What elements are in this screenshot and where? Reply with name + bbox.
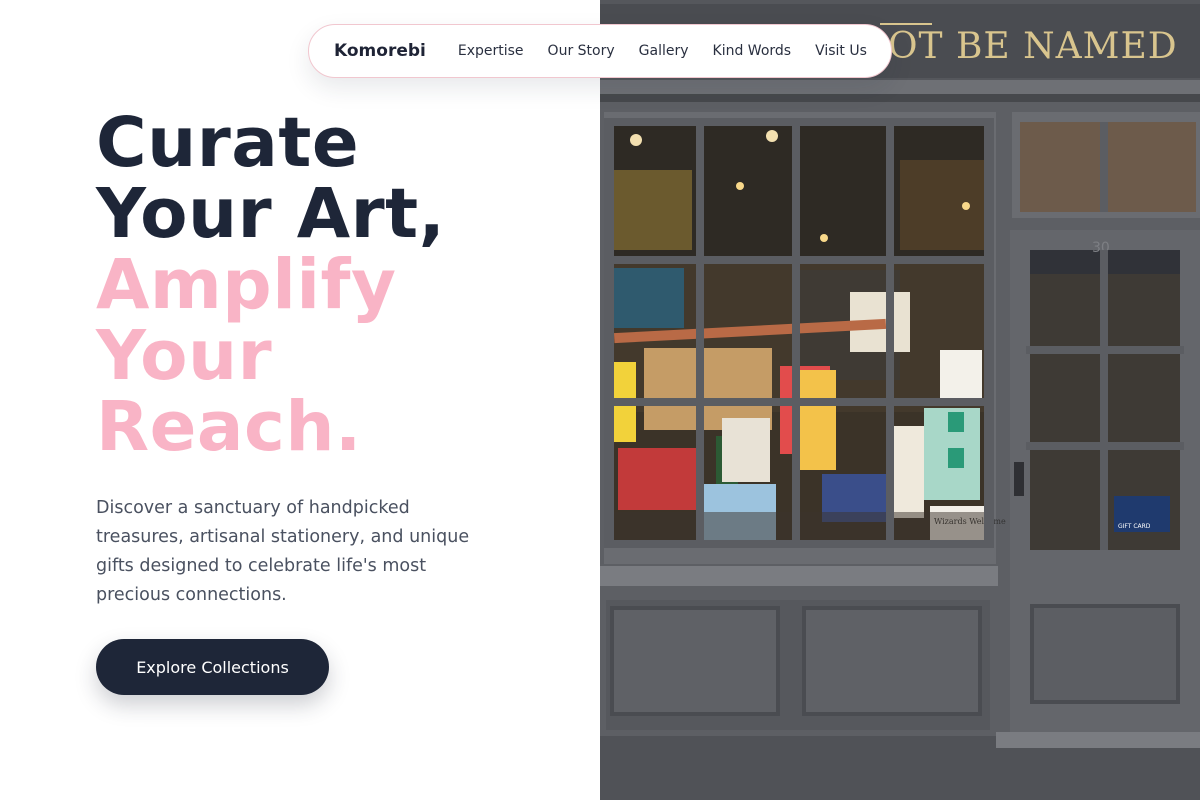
headline-line-1: Curate <box>96 103 360 183</box>
storefront-photo: OT BE NAMED 30 GIFT CARD <box>600 0 1200 800</box>
headline-line-4: Your <box>96 316 273 396</box>
explore-collections-button[interactable]: Explore Collections <box>96 639 329 695</box>
headline-line-2: Your Art, <box>96 174 446 254</box>
hero-section: Curate Your Art, Amplify Your Reach. Dis… <box>96 108 576 695</box>
nav-link-kind-words[interactable]: Kind Words <box>713 43 792 59</box>
nav-links: Expertise Our Story Gallery Kind Words V… <box>458 43 891 59</box>
headline-line-5: Reach. <box>96 387 362 467</box>
gift-card-text: GIFT CARD <box>1118 523 1151 530</box>
nav-link-visit-us[interactable]: Visit Us <box>815 43 867 59</box>
hero-description: Discover a sanctuary of handpicked treas… <box>96 498 470 605</box>
top-navigation: Komorebi Expertise Our Story Gallery Kin… <box>308 24 892 78</box>
nav-link-expertise[interactable]: Expertise <box>458 43 524 59</box>
hero-headline: Curate Your Art, Amplify Your Reach. <box>96 108 576 463</box>
headline-line-3: Amplify <box>96 245 397 325</box>
nav-link-gallery[interactable]: Gallery <box>639 43 689 59</box>
nav-link-our-story[interactable]: Our Story <box>548 43 615 59</box>
shop-sign-text: OT BE NAMED <box>888 26 1178 67</box>
brand-logo[interactable]: Komorebi <box>334 41 426 61</box>
